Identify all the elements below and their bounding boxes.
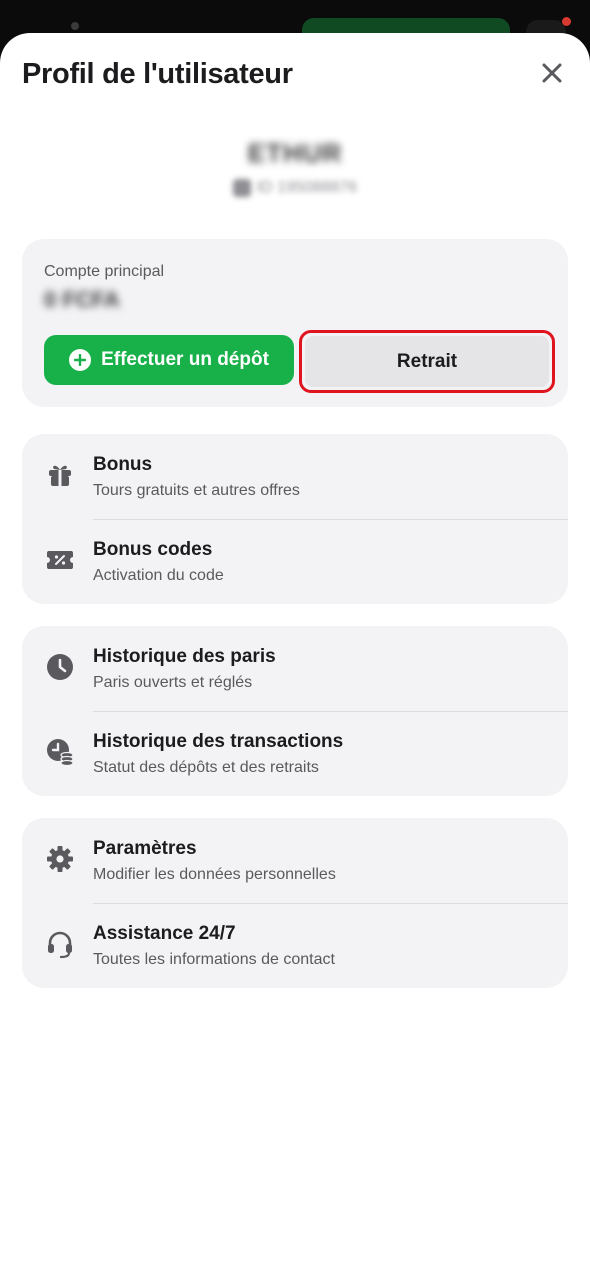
- menu-group-bonus: Bonus Tours gratuits et autres offres Bo…: [22, 434, 568, 604]
- user-id: ID 195088876: [256, 179, 358, 196]
- menu-item-label: Assistance 24/7: [93, 923, 236, 944]
- clock-icon: [44, 651, 76, 683]
- status-dot: [71, 22, 79, 30]
- menu-item-label: Bonus codes: [93, 539, 213, 560]
- menu-item-label: Historique des transactions: [93, 731, 344, 752]
- withdraw-highlight: Retrait: [299, 330, 555, 393]
- menu-item-subtitle: Tours gratuits et autres offres: [93, 482, 300, 499]
- menu-item-subtitle: Statut des dépôts et des retraits: [93, 759, 319, 776]
- close-button[interactable]: [536, 57, 568, 89]
- menu-item-subtitle: Toutes les informations de contact: [93, 951, 335, 968]
- deposit-button[interactable]: Effectuer un dépôt: [44, 335, 294, 385]
- plus-icon: [69, 349, 92, 371]
- ticket-percent-icon: [44, 544, 76, 576]
- menu-item-support[interactable]: Assistance 24/7 Toutes les informations …: [22, 903, 568, 988]
- menu-item-bonus[interactable]: Bonus Tours gratuits et autres offres: [22, 434, 568, 520]
- sheet-header: Profil de l'utilisateur: [22, 55, 568, 95]
- menu-item-label: Historique des paris: [93, 646, 276, 667]
- menu-group-settings: Paramètres Modifier les données personne…: [22, 818, 568, 988]
- user-profile: ETHUR ID 195088876: [0, 138, 590, 197]
- menu-item-transaction-history[interactable]: Historique des transactions Statut des d…: [22, 711, 568, 796]
- account-balance: 0 FCFA: [44, 287, 120, 312]
- user-id-row[interactable]: ID 195088876: [0, 179, 590, 197]
- username: ETHUR: [247, 138, 343, 168]
- account-label: Compte principal: [44, 263, 165, 280]
- menu-item-bet-history[interactable]: Historique des paris Paris ouverts et ré…: [22, 626, 568, 712]
- menu-item-subtitle: Activation du code: [93, 567, 224, 584]
- copy-icon: [232, 179, 251, 197]
- profile-sheet: Profil de l'utilisateur ETHUR ID 1950888…: [0, 33, 590, 1280]
- menu-item-settings[interactable]: Paramètres Modifier les données personne…: [22, 818, 568, 904]
- menu-item-subtitle: Paris ouverts et réglés: [93, 674, 253, 691]
- menu-group-history: Historique des paris Paris ouverts et ré…: [22, 626, 568, 796]
- gift-icon: [44, 459, 76, 491]
- menu-item-subtitle: Modifier les données personnelles: [93, 866, 336, 883]
- menu-item-label: Paramètres: [93, 838, 197, 859]
- main-account-card: Compte principal 0 FCFA Effectuer un dép…: [22, 239, 568, 407]
- deposit-label: Effectuer un dépôt: [101, 349, 269, 370]
- menu-item-bonus-codes[interactable]: Bonus codes Activation du code: [22, 519, 568, 604]
- close-icon: [542, 63, 562, 83]
- withdraw-button[interactable]: Retrait: [305, 336, 549, 387]
- gear-icon: [44, 843, 76, 875]
- page-title: Profil de l'utilisateur: [22, 58, 293, 90]
- headset-icon: [44, 928, 76, 960]
- clock-coins-icon: [44, 736, 76, 768]
- menu-item-label: Bonus: [93, 454, 153, 475]
- notification-dot: [562, 17, 571, 26]
